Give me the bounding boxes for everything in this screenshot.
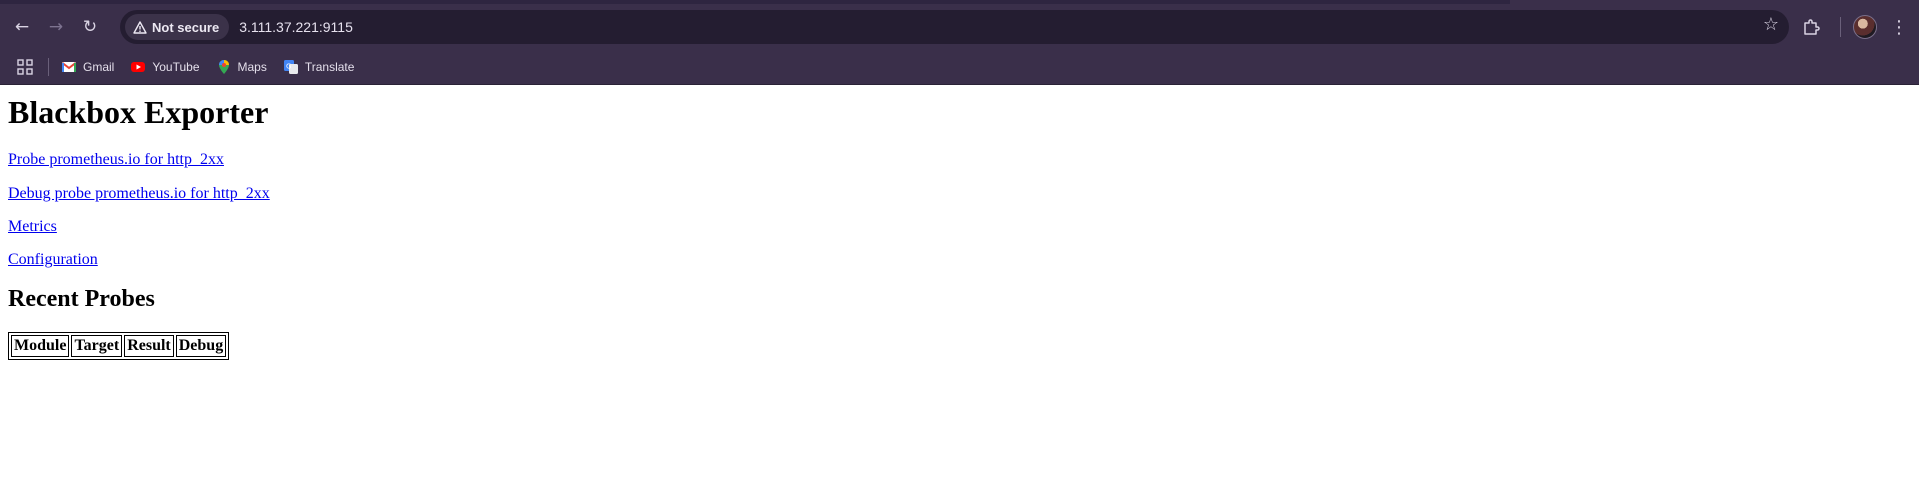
bookmark-label: Maps — [237, 60, 267, 74]
url-text[interactable]: 3.111.37.221:9115 — [239, 19, 353, 35]
bookmark-translate[interactable]: G Translate — [283, 54, 355, 80]
toolbar-divider — [1840, 17, 1841, 37]
back-button[interactable]: ← — [5, 10, 39, 44]
bookmark-gmail[interactable]: Gmail — [61, 54, 114, 80]
configuration-link[interactable]: Configuration — [8, 251, 98, 268]
bookmark-label: Translate — [304, 60, 355, 74]
svg-text:G: G — [286, 63, 291, 71]
bookmark-maps[interactable]: Maps — [216, 54, 267, 80]
column-header-debug: Debug — [175, 334, 227, 357]
reload-button[interactable]: ↻ — [73, 10, 107, 44]
recent-probes-table: Module Target Result Debug — [8, 331, 230, 360]
table-header-row: Module Target Result Debug — [11, 334, 227, 357]
gmail-icon — [61, 62, 77, 72]
maps-icon — [218, 60, 229, 74]
browser-toolbar: ← → ↻ Not secure 3.111.37.221:9115 ☆ ⋮ — [0, 4, 1919, 50]
apps-grid-icon[interactable] — [16, 58, 34, 76]
bookmarks-bar: Gmail YouTube Maps G Translate — [0, 50, 1919, 85]
arrow-right-icon: → — [48, 17, 64, 37]
debug-probe-link-row: Debug probe prometheus.io for http_2xx — [8, 184, 1911, 203]
debug-probe-link[interactable]: Debug probe prometheus.io for http_2xx — [8, 185, 270, 202]
recent-probes-heading: Recent Probes — [8, 286, 155, 313]
translate-icon: G — [283, 60, 298, 74]
bookmark-star-icon[interactable]: ☆ — [1763, 14, 1779, 35]
page-content: Blackbox Exporter Probe prometheus.io fo… — [0, 93, 1919, 360]
bookmark-youtube[interactable]: YouTube — [130, 54, 200, 80]
page-title: Blackbox Exporter — [8, 94, 269, 130]
forward-button[interactable]: → — [39, 10, 73, 44]
column-header-result: Result — [124, 334, 174, 357]
column-header-module: Module — [11, 334, 70, 357]
metrics-link[interactable]: Metrics — [8, 218, 57, 235]
puzzle-icon — [1804, 19, 1820, 35]
metrics-link-row: Metrics — [8, 217, 1911, 236]
address-bar[interactable]: Not secure 3.111.37.221:9115 ☆ — [120, 10, 1789, 44]
reload-icon: ↻ — [82, 17, 98, 37]
browser-chrome: ← → ↻ Not secure 3.111.37.221:9115 ☆ ⋮ G… — [0, 0, 1919, 85]
column-header-target: Target — [71, 334, 123, 357]
arrow-left-icon: ← — [14, 17, 30, 37]
extensions-button[interactable] — [1794, 10, 1828, 44]
site-security-chip[interactable]: Not secure — [125, 14, 230, 40]
profile-avatar[interactable] — [1853, 15, 1877, 39]
toolbar-right-icons: ⋮ — [1794, 10, 1909, 44]
warning-icon — [133, 20, 147, 34]
probe-link-row: Probe prometheus.io for http_2xx — [8, 150, 1911, 169]
configuration-link-row: Configuration — [8, 250, 1911, 269]
bookmark-label: YouTube — [152, 60, 200, 74]
probe-link[interactable]: Probe prometheus.io for http_2xx — [8, 151, 224, 168]
more-menu-icon[interactable]: ⋮ — [1889, 17, 1909, 38]
bookmarks-separator — [48, 58, 49, 76]
youtube-icon — [131, 62, 146, 72]
bookmark-label: Gmail — [83, 60, 115, 74]
security-label: Not secure — [152, 19, 220, 35]
